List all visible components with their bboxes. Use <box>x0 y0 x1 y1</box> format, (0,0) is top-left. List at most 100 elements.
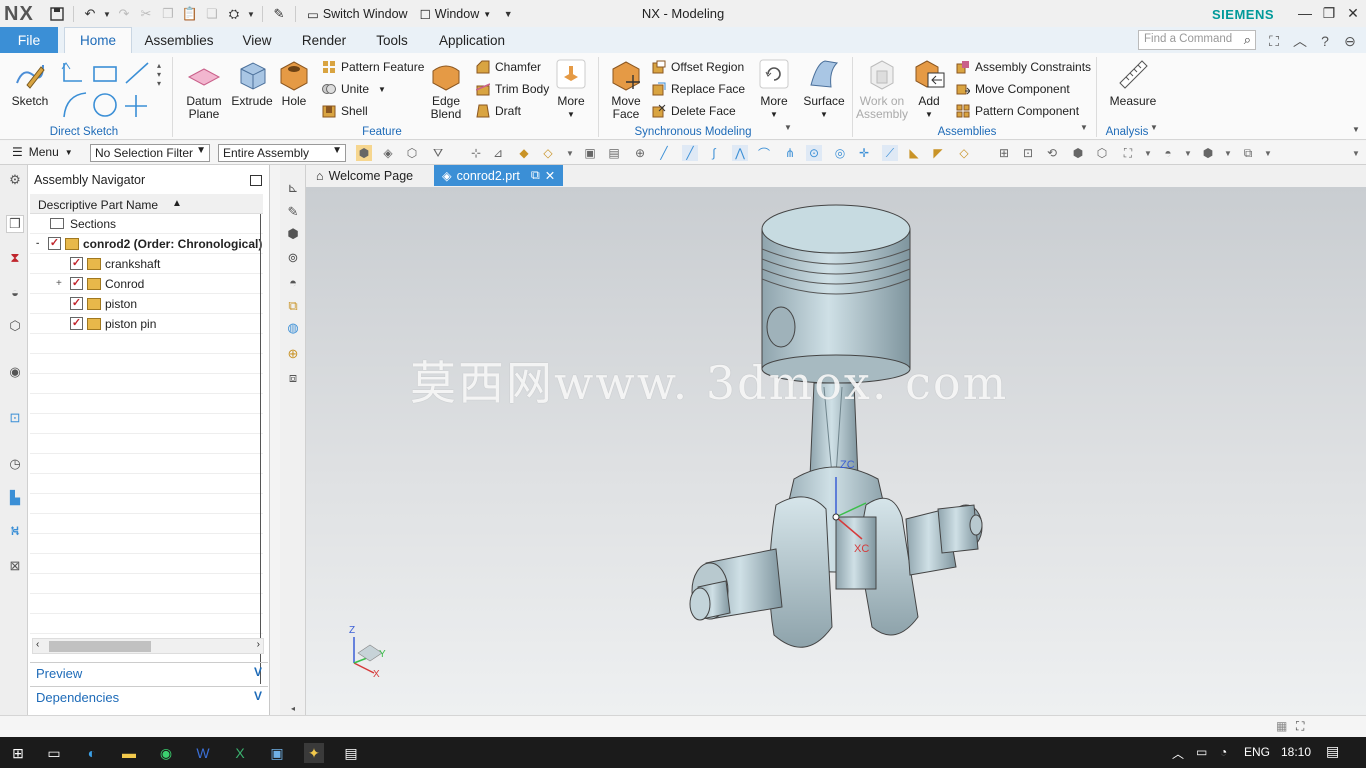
language-indicator[interactable]: ENG <box>1244 745 1270 759</box>
point-on-face-icon[interactable]: ◎ <box>832 145 848 161</box>
trim-body-button[interactable]: Trim Body <box>476 82 549 96</box>
tree-row-crankshaft[interactable]: ✓ crankshaft <box>30 254 263 274</box>
visibility-checkbox[interactable]: ✓ <box>70 317 83 330</box>
undo-dropdown-icon[interactable]: ▼ <box>103 5 111 23</box>
analysis-expand-icon[interactable]: ▼ <box>1150 123 1158 132</box>
cut-icon[interactable]: ✂ <box>137 5 155 23</box>
snap-plane-icon[interactable]: ◇ <box>956 145 972 161</box>
roles-icon[interactable]: ⛕ <box>6 523 24 541</box>
add-component-button[interactable]: Add ▼ <box>912 57 946 121</box>
move-component-button[interactable]: Move Component <box>956 82 1070 96</box>
history-icon[interactable]: ◷ <box>6 455 24 473</box>
nx-app-icon[interactable]: ✦ <box>304 743 324 763</box>
help-icon[interactable]: ? <box>1315 31 1335 51</box>
selection-scope-select[interactable]: Entire Assembly ▼ <box>218 144 346 162</box>
full-screen-icon[interactable]: ⛶ <box>1264 31 1284 51</box>
part-navigator-icon[interactable]: ◒ <box>6 283 24 301</box>
chevron-down-icon[interactable]: ▼ <box>562 145 578 161</box>
ribbon-options-icon[interactable]: ▼ <box>1352 125 1360 134</box>
whatsapp-icon[interactable]: ◉ <box>156 743 176 763</box>
measure-button[interactable]: Measure <box>1104 57 1162 108</box>
maximize-panel-icon[interactable] <box>250 175 262 186</box>
edge-blend-button[interactable]: Edge Blend <box>424 57 468 121</box>
sketch-curve-tools-icon[interactable] <box>60 59 156 121</box>
selection-filter-select[interactable]: No Selection Filter ▼ <box>90 144 210 162</box>
pattern-component-button[interactable]: Pattern Component <box>956 104 1079 118</box>
graphics-window[interactable]: ZC XC Z Y X 莫西网www. 3dmox. com <box>306 187 1366 715</box>
edge-browser-icon[interactable]: ◐ <box>82 743 102 763</box>
sketch-button[interactable]: Sketch <box>8 57 52 108</box>
sync-more-button[interactable]: More ▼ <box>754 57 794 121</box>
customize-qat-icon[interactable]: ▼ <box>499 5 517 23</box>
end-point-icon[interactable]: ╱ <box>656 145 672 161</box>
edit-feature-icon[interactable]: ✎ <box>284 203 302 221</box>
extrude-button[interactable]: Extrude <box>230 57 274 108</box>
terminal-icon[interactable]: ▤ <box>341 743 361 763</box>
drawing-icon[interactable]: ⧈ <box>284 369 302 387</box>
render-style-icon[interactable]: ◓ <box>1160 145 1176 161</box>
restore-button[interactable]: ❐ <box>1318 3 1340 23</box>
snap-body-icon[interactable]: ◤ <box>930 145 946 161</box>
tab-application[interactable]: Application <box>430 27 514 53</box>
expand-icon[interactable]: + <box>30 278 70 289</box>
grid-icon[interactable]: ▦ <box>1276 719 1287 733</box>
close-button[interactable]: ✕ <box>1342 3 1364 23</box>
quadrant-point-icon[interactable]: ⋔ <box>782 145 798 161</box>
add-feature-icon[interactable]: ⊕ <box>284 345 302 363</box>
tab-conrod2-prt[interactable]: ◈ conrod2.prt ⧉ ✕ <box>434 165 564 186</box>
pattern-feature-button[interactable]: Pattern Feature <box>322 60 424 74</box>
snap-point-icon[interactable]: ⊕ <box>632 145 648 161</box>
paste-special-icon[interactable]: ❏ <box>203 5 221 23</box>
snap-assembly-icon[interactable]: ◣ <box>906 145 922 161</box>
horizontal-scrollbar[interactable]: ‹ › <box>32 638 264 654</box>
tab-welcome-page[interactable]: ⌂ Welcome Page <box>308 165 421 186</box>
find-command-input[interactable]: Find a Command ⌕ <box>1138 30 1256 50</box>
tree-row-piston[interactable]: ✓ piston <box>30 294 263 314</box>
screen-capture-icon[interactable]: ▣ <box>267 743 287 763</box>
intersection-point-icon[interactable]: ⋀ <box>732 145 748 161</box>
tab-home[interactable]: Home <box>64 27 132 53</box>
tab-tools[interactable]: Tools <box>366 27 418 53</box>
delete-face-button[interactable]: Delete Face <box>652 104 736 118</box>
sync-expand-icon[interactable]: ▼ <box>784 123 792 132</box>
options-icon[interactable]: ⊖ <box>1340 31 1360 51</box>
toolbar-options-icon[interactable]: ▼ <box>1348 145 1364 161</box>
work-on-assembly-button[interactable]: Work on Assembly <box>856 57 908 121</box>
close-tab-icon[interactable]: ✕ <box>545 168 555 183</box>
rotate-view-icon[interactable]: ⟲ <box>1044 145 1060 161</box>
select-body-icon[interactable]: ◆ <box>516 145 532 161</box>
paste-icon[interactable]: 📋 <box>181 5 199 23</box>
assembly-constraints-button[interactable]: Assembly Constraints <box>956 60 1091 74</box>
perspective-icon[interactable]: ⬡ <box>1094 145 1110 161</box>
cone-icon[interactable]: ◓ <box>284 273 302 291</box>
deselect-icon[interactable]: ⊹ <box>468 145 484 161</box>
select-assembly-icon[interactable]: ◇ <box>540 145 556 161</box>
offset-region-button[interactable]: Offset Region <box>652 60 744 74</box>
point-on-curve-icon[interactable]: ⊙ <box>806 145 822 161</box>
process-studio-icon[interactable]: ▙ <box>6 489 24 507</box>
battery-icon[interactable]: ▭ <box>1196 745 1207 759</box>
zoom-icon[interactable]: ⊡ <box>1020 145 1036 161</box>
scroll-left-icon[interactable]: ‹ <box>36 639 39 650</box>
window-menu-button[interactable]: ☐ Window ▼ <box>416 7 496 22</box>
arc-center-icon[interactable]: ⌒ <box>756 145 772 161</box>
dependencies-section[interactable]: Dependencies V <box>30 686 268 708</box>
file-explorer-icon[interactable]: ▬ <box>119 743 139 763</box>
visibility-checkbox[interactable]: ✓ <box>70 257 83 270</box>
full-screen-icon[interactable]: ⛶ <box>1296 719 1304 734</box>
chevron-down-icon[interactable]: ▼ <box>1140 145 1156 161</box>
select-components-icon[interactable]: ⊿ <box>490 145 506 161</box>
system-materials-icon[interactable]: ⊠ <box>6 557 24 575</box>
assembly-navigator-icon[interactable]: ❒ <box>6 215 24 233</box>
collapse-ribbon-icon[interactable]: ︿ <box>1290 31 1310 51</box>
minimize-button[interactable]: — <box>1294 3 1316 23</box>
tab-assemblies[interactable]: Assemblies <box>136 27 222 53</box>
sphere-icon[interactable]: ◍ <box>284 319 302 337</box>
assemblies-expand-icon[interactable]: ▼ <box>1080 123 1088 132</box>
move-face-button[interactable]: Move Face <box>606 57 646 121</box>
task-view-icon[interactable]: ▭ <box>44 743 64 763</box>
hd3d-tools-icon[interactable]: ◉ <box>6 363 24 381</box>
solid-body-icon[interactable]: ▣ <box>582 145 598 161</box>
existing-point-icon[interactable]: ✛ <box>856 145 872 161</box>
expand-gallery-icon[interactable]: ▴ ▾ ▾ <box>157 61 161 88</box>
